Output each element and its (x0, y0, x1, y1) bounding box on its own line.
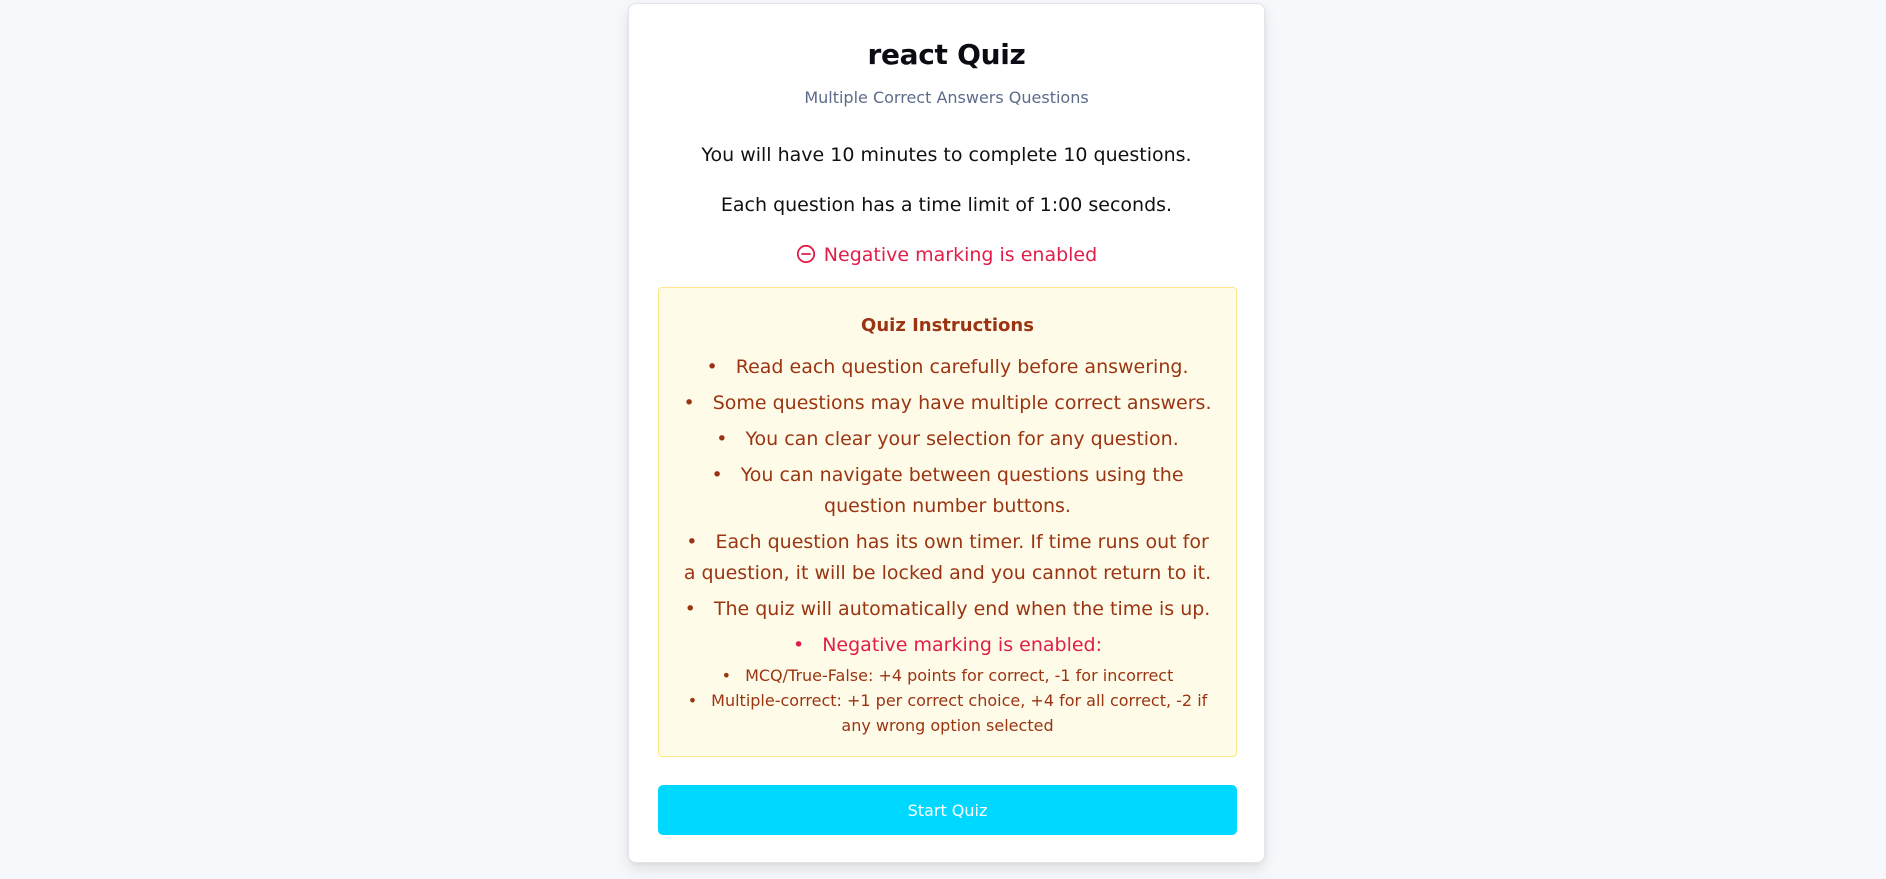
duration-text: You will have 10 minutes to complete 10 … (701, 144, 1192, 166)
minus-circle-icon (796, 244, 816, 269)
instruction-item: Some questions may have multiple correct… (683, 388, 1212, 419)
instruction-item: You can clear your selection for any que… (683, 424, 1212, 455)
scoring-item: MCQ/True-False: +4 points for correct, -… (683, 663, 1212, 688)
negative-marking-rule: Negative marking is enabled: (683, 630, 1212, 661)
scoring-item: Multiple-correct: +1 per correct choice,… (683, 688, 1212, 738)
instruction-item: Read each question carefully before answ… (683, 352, 1212, 383)
quiz-subtitle: Multiple Correct Answers Questions (804, 88, 1089, 107)
instruction-item: Each question has its own timer. If time… (683, 527, 1212, 589)
instruction-item: The quiz will automatically end when the… (683, 594, 1212, 625)
scoring-sub-list: MCQ/True-False: +4 points for correct, -… (683, 663, 1212, 738)
quiz-instructions-panel: Quiz Instructions Read each question car… (658, 287, 1237, 757)
instruction-item: You can navigate between questions using… (683, 460, 1212, 522)
instructions-heading: Quiz Instructions (861, 315, 1034, 336)
negative-marking-label: Negative marking is enabled (823, 244, 1098, 266)
negative-marking-notice: Negative marking is enabled (629, 244, 1264, 269)
quiz-card: react Quiz Multiple Correct Answers Ques… (628, 3, 1265, 863)
quiz-title: react Quiz (867, 38, 1026, 71)
start-quiz-button[interactable]: Start Quiz (658, 785, 1237, 835)
instructions-list: Read each question carefully before answ… (683, 352, 1212, 738)
time-limit-text: Each question has a time limit of 1:00 s… (720, 194, 1173, 216)
